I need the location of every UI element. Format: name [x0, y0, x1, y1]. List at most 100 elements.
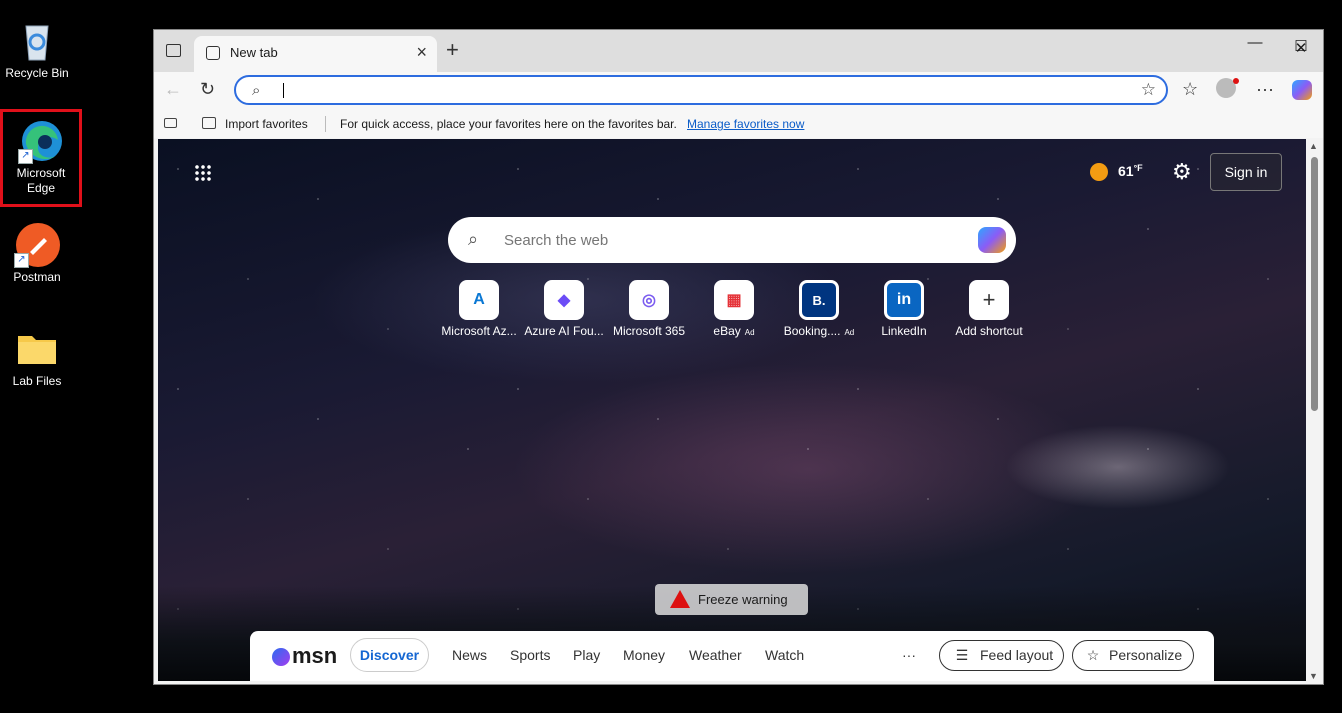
tab-discover[interactable]: Discover	[350, 638, 429, 672]
sparkle-star-icon: ☆	[1086, 647, 1100, 663]
import-icon	[202, 117, 216, 129]
text-caret	[283, 83, 284, 98]
alert-label: Freeze warning	[698, 592, 788, 607]
desktop-icon-postman[interactable]: ↗ Postman	[0, 222, 74, 285]
desktop-icon-label: Recycle Bin	[5, 66, 69, 80]
shortcut-tile[interactable]: ◆ Azure AI Fou...	[522, 280, 606, 338]
browser-window: New tab × + — ☐ ✕ ← ↻ ⌕ ☆ ☆ ··· Import f…	[153, 29, 1324, 685]
shortcut-tile[interactable]: A Microsoft Az...	[437, 280, 521, 338]
azure-ai-foundry-icon: ◆	[544, 280, 584, 320]
tab-watch[interactable]: Watch	[765, 647, 804, 663]
shortcut-label: eBay	[713, 324, 741, 338]
more-menu-icon[interactable]: ···	[1256, 79, 1274, 100]
ad-badge: Ad	[744, 328, 755, 337]
settings-gear-icon[interactable]: ⚙	[1172, 159, 1192, 185]
msn-logo[interactable]: msn	[272, 643, 337, 669]
favorites-icon[interactable]: ☆	[1182, 79, 1198, 100]
new-tab-icon	[206, 46, 220, 60]
warning-icon	[670, 590, 690, 608]
address-bar[interactable]: ⌕ ☆	[234, 75, 1168, 105]
linkedin-icon: in	[884, 280, 924, 320]
microsoft-azure-icon: A	[459, 280, 499, 320]
new-tab-page: 61°F ⚙ Sign in ⌕ Search the web A Microso…	[158, 139, 1306, 681]
favorite-star-icon[interactable]: ☆	[1141, 80, 1156, 100]
weather-unit: °F	[1133, 163, 1143, 173]
desktop-icon-label: Postman	[13, 270, 61, 284]
tab-actions-icon[interactable]	[166, 44, 181, 57]
msn-logo-text: msn	[292, 643, 338, 668]
desktop-icon-lab-files[interactable]: Lab Files	[0, 326, 74, 389]
shortcut-arrow-icon: ↗	[18, 149, 33, 164]
copilot-icon[interactable]	[1292, 80, 1312, 105]
new-tab-plus-icon[interactable]: +	[446, 37, 459, 63]
postman-icon: ↗	[14, 222, 60, 268]
weather-alert[interactable]: Freeze warning	[655, 584, 808, 615]
refresh-icon[interactable]: ↻	[200, 79, 215, 100]
shortcut-label: LinkedIn	[881, 324, 927, 338]
booking-icon: B.	[799, 280, 839, 320]
favorites-bar-icon[interactable]	[164, 118, 177, 128]
close-window-button[interactable]: ✕	[1278, 39, 1324, 57]
tab-money[interactable]: Money	[623, 647, 665, 663]
microsoft-365-icon: ◎	[629, 280, 669, 320]
shortcut-label: Microsoft Az...	[441, 324, 517, 338]
plus-icon: +	[969, 280, 1009, 320]
tab-new-tab[interactable]: New tab ×	[194, 36, 437, 72]
shortcut-tile[interactable]: ▦ eBay Ad	[692, 280, 776, 338]
apps-grid-icon[interactable]	[194, 164, 212, 182]
sliders-icon: ☰	[955, 647, 969, 663]
edge-icon: ↗	[18, 118, 64, 164]
recycle-bin-icon	[14, 18, 60, 64]
divider	[325, 116, 326, 132]
desktop-icon-microsoft-edge[interactable]: ↗ Microsoft Edge	[0, 109, 82, 207]
tab-strip: New tab × + — ☐	[154, 30, 1323, 72]
shortcut-tile[interactable]: B. Booking.... Ad	[777, 280, 861, 338]
back-arrow-icon[interactable]: ←	[164, 79, 182, 100]
favorites-bar: Import favorites For quick access, place…	[154, 110, 1323, 138]
search-icon: ⌕	[468, 229, 479, 249]
msn-feed-bar: msn Discover News Sports Play Money Weat…	[250, 631, 1214, 681]
scroll-down-icon[interactable]: ▼	[1309, 671, 1318, 681]
desktop-icon-label: Microsoft Edge	[16, 166, 66, 195]
shortcut-arrow-icon: ↗	[14, 253, 29, 268]
profile-avatar[interactable]	[1216, 78, 1239, 103]
sign-in-button[interactable]: Sign in	[1210, 153, 1282, 191]
search-placeholder: Search the web	[504, 232, 609, 249]
desktop-icon-recycle-bin[interactable]: Recycle Bin	[0, 18, 74, 81]
import-favorites-button[interactable]: Import favorites	[225, 117, 308, 131]
shortcut-tile[interactable]: in LinkedIn	[862, 280, 946, 338]
manage-favorites-link[interactable]: Manage favorites now	[687, 117, 804, 131]
tab-weather[interactable]: Weather	[689, 647, 742, 663]
tab-news[interactable]: News	[452, 647, 487, 663]
personalize-button[interactable]: ☆ Personalize	[1072, 640, 1194, 671]
tab-close-icon[interactable]: ×	[416, 42, 427, 63]
msn-butterfly-icon	[272, 648, 290, 667]
shortcut-tile[interactable]: ◎ Microsoft 365	[607, 280, 691, 338]
shortcut-label: Booking....	[783, 324, 841, 338]
desktop-icon-label: Lab Files	[12, 374, 62, 388]
tab-title: New tab	[230, 45, 278, 60]
more-tabs-icon[interactable]: ···	[902, 647, 916, 663]
add-shortcut-tile[interactable]: + Add shortcut	[947, 280, 1031, 338]
minimize-button[interactable]: —	[1232, 34, 1278, 51]
weather-widget[interactable]: 61°F	[1090, 163, 1143, 182]
copilot-icon[interactable]	[978, 227, 1006, 253]
search-icon: ⌕	[252, 82, 261, 99]
tab-sports[interactable]: Sports	[510, 647, 550, 663]
web-search-box[interactable]: ⌕ Search the web	[448, 217, 1016, 263]
folder-icon	[14, 326, 60, 372]
scrollbar-thumb[interactable]	[1311, 157, 1318, 411]
shortcut-label: Add shortcut	[955, 324, 1023, 338]
tab-play[interactable]: Play	[573, 647, 600, 663]
ebay-icon: ▦	[714, 280, 754, 320]
weather-temp: 61	[1118, 163, 1134, 179]
personalize-label: Personalize	[1109, 647, 1183, 663]
feed-layout-button[interactable]: ☰ Feed layout	[939, 640, 1064, 671]
page-scrollbar[interactable]: ▲ ▼	[1307, 139, 1322, 683]
favorites-hint: For quick access, place your favorites h…	[340, 117, 677, 131]
browser-toolbar: ← ↻ ⌕ ☆ ☆ ···	[154, 72, 1323, 110]
ad-badge: Ad	[844, 328, 855, 337]
shortcut-label: Microsoft 365	[612, 324, 686, 338]
feed-layout-label: Feed layout	[980, 647, 1054, 663]
scroll-up-icon[interactable]: ▲	[1309, 141, 1318, 151]
